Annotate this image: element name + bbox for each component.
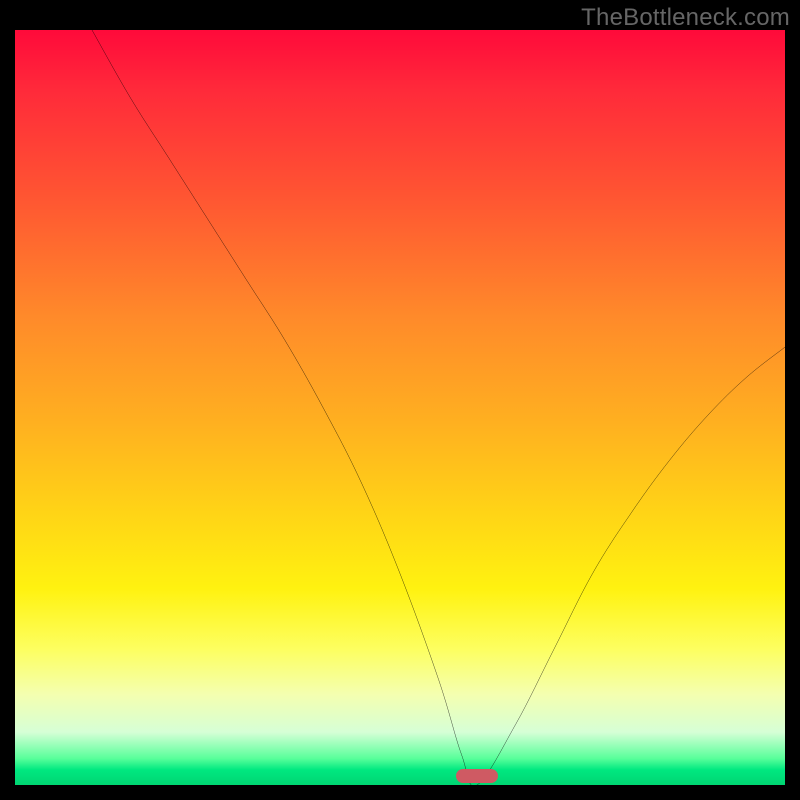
curve-path (92, 30, 785, 785)
optimal-marker (456, 769, 498, 783)
chart-frame: TheBottleneck.com (0, 0, 800, 800)
watermark-text: TheBottleneck.com (581, 4, 790, 32)
plot-area (15, 30, 785, 785)
bottleneck-curve (15, 30, 785, 785)
